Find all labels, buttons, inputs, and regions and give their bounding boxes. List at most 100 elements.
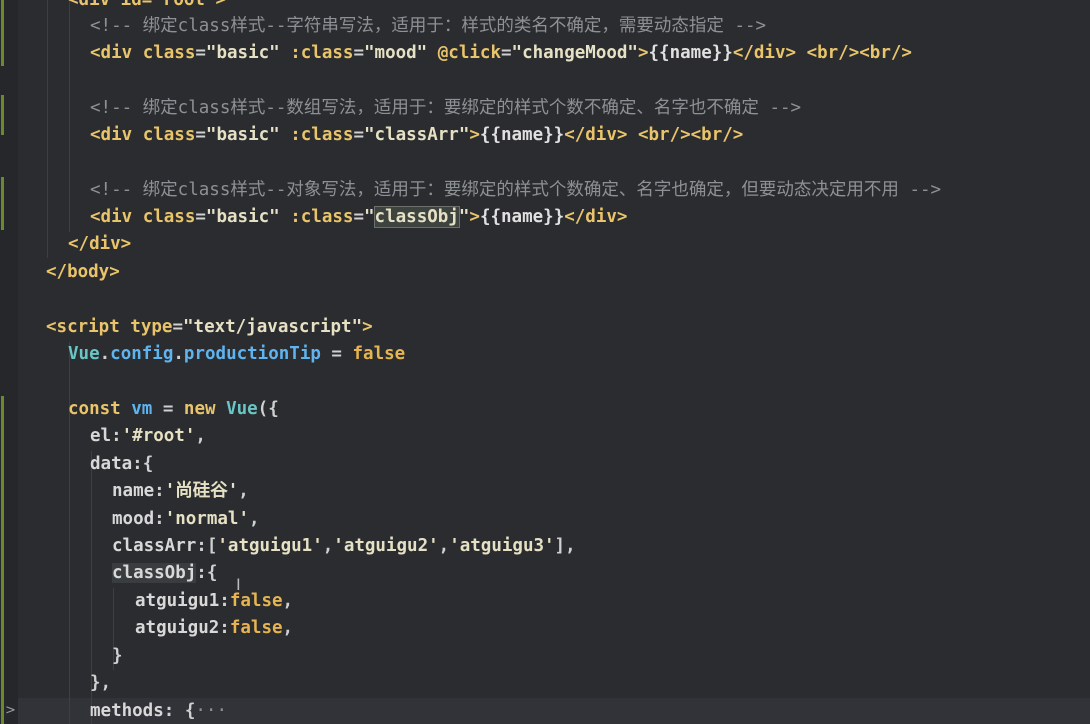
code-token: "text/javascript" bbox=[183, 317, 363, 337]
code-line[interactable]: const vm = new Vue({ bbox=[68, 396, 279, 423]
code-line[interactable]: Vue.config.productionTip = false bbox=[68, 341, 405, 368]
code-token: {{name}} bbox=[479, 207, 565, 227]
code-line[interactable]: atguigu2:false, bbox=[135, 615, 293, 642]
code-token: classObj bbox=[373, 206, 460, 228]
code-token: el bbox=[90, 426, 112, 446]
code-token: = bbox=[500, 43, 512, 63]
git-change-marker bbox=[1, 396, 4, 724]
code-token: ··· bbox=[195, 701, 227, 721]
code-token: 'atguigu2' bbox=[333, 536, 439, 556]
code-token: " bbox=[364, 207, 375, 227]
code-token: 'normal' bbox=[164, 509, 249, 529]
code-token: , bbox=[282, 591, 294, 611]
code-token: , bbox=[282, 618, 294, 638]
code-line[interactable]: classObj:{ bbox=[112, 560, 217, 587]
code-token: Vue bbox=[68, 344, 100, 364]
code-token: = bbox=[353, 207, 364, 227]
code-token: productionTip bbox=[183, 344, 321, 364]
code-token: class bbox=[142, 207, 196, 227]
code-token: <script bbox=[46, 317, 131, 337]
code-line[interactable]: <!-- 绑定class样式--数组写法，适用于：要绑定的样式个数不确定、名字也… bbox=[90, 95, 801, 122]
code-line[interactable]: classArr:['atguigu1','atguigu2','atguigu… bbox=[112, 533, 576, 560]
code-line[interactable]: <div class="basic" :class="classObj">{{n… bbox=[90, 204, 627, 231]
code-line[interactable]: <div id="root"> bbox=[68, 0, 226, 14]
code-line[interactable]: mood:'normal', bbox=[112, 506, 260, 533]
code-token: :class bbox=[290, 125, 354, 145]
code-line[interactable]: <!-- 绑定class样式--字符串写法，适用于：样式的类名不确定，需要动态指… bbox=[90, 13, 766, 40]
code-token: = bbox=[353, 43, 364, 63]
code-token: : bbox=[154, 509, 165, 529]
code-token: {{name}} bbox=[479, 125, 565, 145]
code-token: , bbox=[238, 481, 249, 501]
code-token: vm bbox=[131, 399, 153, 419]
code-token: classArr bbox=[112, 536, 197, 556]
code-token: <div bbox=[90, 207, 143, 227]
code-token: :class bbox=[290, 207, 354, 227]
code-token: const bbox=[68, 399, 132, 419]
code-token: atguigu2 bbox=[135, 618, 220, 638]
code-token: mood bbox=[112, 509, 155, 529]
code-token: Vue bbox=[226, 399, 258, 419]
code-line[interactable]: </body> bbox=[46, 259, 120, 286]
code-token: false bbox=[229, 591, 283, 611]
code-token: , bbox=[438, 536, 450, 556]
code-line[interactable]: } bbox=[112, 643, 123, 670]
code-token: ({ bbox=[257, 399, 279, 419]
code-token: . bbox=[99, 344, 111, 364]
code-token: class bbox=[142, 125, 196, 145]
code-token: false bbox=[352, 344, 406, 364]
code-editor[interactable]: > <div id="root"> <!-- 绑定class样式--字符串写法，适… bbox=[0, 0, 1090, 724]
code-line[interactable]: </div> bbox=[68, 231, 131, 258]
code-token: :class bbox=[290, 43, 354, 63]
code-token: atguigu1 bbox=[135, 591, 220, 611]
code-token: <div id="root"> bbox=[68, 0, 227, 10]
code-token: = bbox=[195, 125, 206, 145]
code-token: > bbox=[637, 43, 649, 63]
code-token: </div> bbox=[564, 207, 628, 227]
code-token: : bbox=[219, 618, 230, 638]
code-token: > bbox=[469, 207, 480, 227]
code-token: , bbox=[195, 426, 206, 446]
code-token: name bbox=[112, 481, 155, 501]
git-change-marker bbox=[1, 0, 4, 66]
code-comment: <!-- 绑定class样式--对象写法，适用于：要绑定的样式个数确定、名字也确… bbox=[90, 180, 942, 200]
code-token: = bbox=[152, 399, 184, 419]
code-token: </div> bbox=[68, 234, 132, 254]
code-token: : { bbox=[163, 701, 196, 721]
code-token: </div> bbox=[732, 43, 797, 63]
code-token: :[ bbox=[196, 536, 218, 556]
git-change-marker bbox=[1, 177, 4, 230]
code-token: </body> bbox=[46, 262, 120, 282]
code-token: data bbox=[90, 454, 133, 474]
code-line[interactable]: methods: {··· bbox=[90, 698, 227, 724]
code-token: <br/><br/> bbox=[637, 125, 744, 145]
code-token: <div bbox=[90, 43, 143, 63]
code-token: :{ bbox=[132, 454, 154, 474]
code-token: <br/><br/> bbox=[806, 43, 912, 63]
code-line[interactable]: name:'尚硅谷', bbox=[112, 478, 249, 505]
code-line[interactable]: <div class="basic" :class="classArr">{{n… bbox=[90, 122, 743, 149]
code-line[interactable]: el:'#root', bbox=[90, 423, 206, 450]
code-line[interactable]: <!-- 绑定class样式--对象写法，适用于：要绑定的样式个数确定、名字也确… bbox=[90, 177, 941, 204]
code-token: 'atguigu1' bbox=[217, 536, 323, 556]
code-line[interactable]: <script type="text/javascript"> bbox=[46, 314, 373, 341]
code-token: = bbox=[195, 43, 206, 63]
code-line[interactable]: }, bbox=[90, 670, 111, 697]
code-token: <div bbox=[90, 125, 143, 145]
code-token: > bbox=[469, 125, 480, 145]
code-token: methods bbox=[90, 701, 164, 721]
code-token: "mood" bbox=[364, 43, 428, 63]
code-token: : bbox=[154, 481, 165, 501]
code-token: classObj bbox=[112, 563, 197, 583]
code-comment: <!-- 绑定class样式--数组写法，适用于：要绑定的样式个数不确定、名字也… bbox=[90, 98, 802, 118]
code-line[interactable]: atguigu1:false, bbox=[135, 588, 293, 615]
code-token: :{ bbox=[196, 563, 218, 583]
fold-chevron-icon[interactable]: > bbox=[5, 703, 16, 718]
code-line[interactable]: <div class="basic" :class="mood" @click=… bbox=[90, 40, 912, 67]
code-token: }, bbox=[90, 673, 112, 693]
code-line[interactable]: data:{ bbox=[90, 451, 153, 478]
